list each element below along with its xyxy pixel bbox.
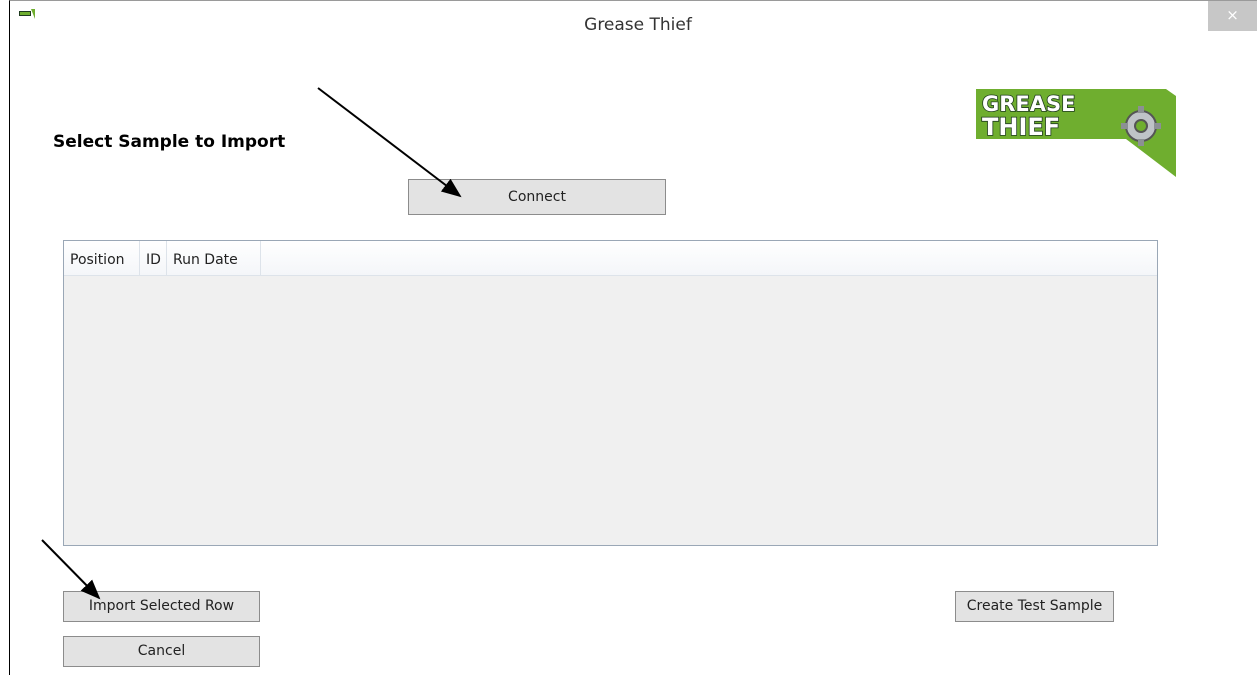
column-header-position[interactable]: Position	[64, 241, 140, 276]
column-header-id[interactable]: ID	[140, 241, 167, 276]
page-heading: Select Sample to Import	[53, 132, 286, 152]
window-title: Grease Thief	[584, 15, 692, 35]
table-header: Position ID Run Date	[64, 241, 1157, 276]
create-test-sample-button[interactable]: Create Test Sample	[955, 591, 1114, 622]
table-body[interactable]	[64, 276, 1157, 545]
column-header-run-date[interactable]: Run Date	[167, 241, 261, 276]
title-bar: Grease Thief ×	[10, 1, 1257, 45]
samples-table[interactable]: Position ID Run Date	[63, 240, 1158, 546]
import-selected-row-button[interactable]: Import Selected Row	[63, 591, 260, 622]
connect-button[interactable]: Connect	[408, 179, 666, 215]
grease-thief-logo: GREASE THIEF	[976, 89, 1176, 177]
logo-text-thief: THIEF	[982, 113, 1060, 141]
close-button[interactable]: ×	[1208, 1, 1257, 31]
cancel-button[interactable]: Cancel	[63, 636, 260, 667]
